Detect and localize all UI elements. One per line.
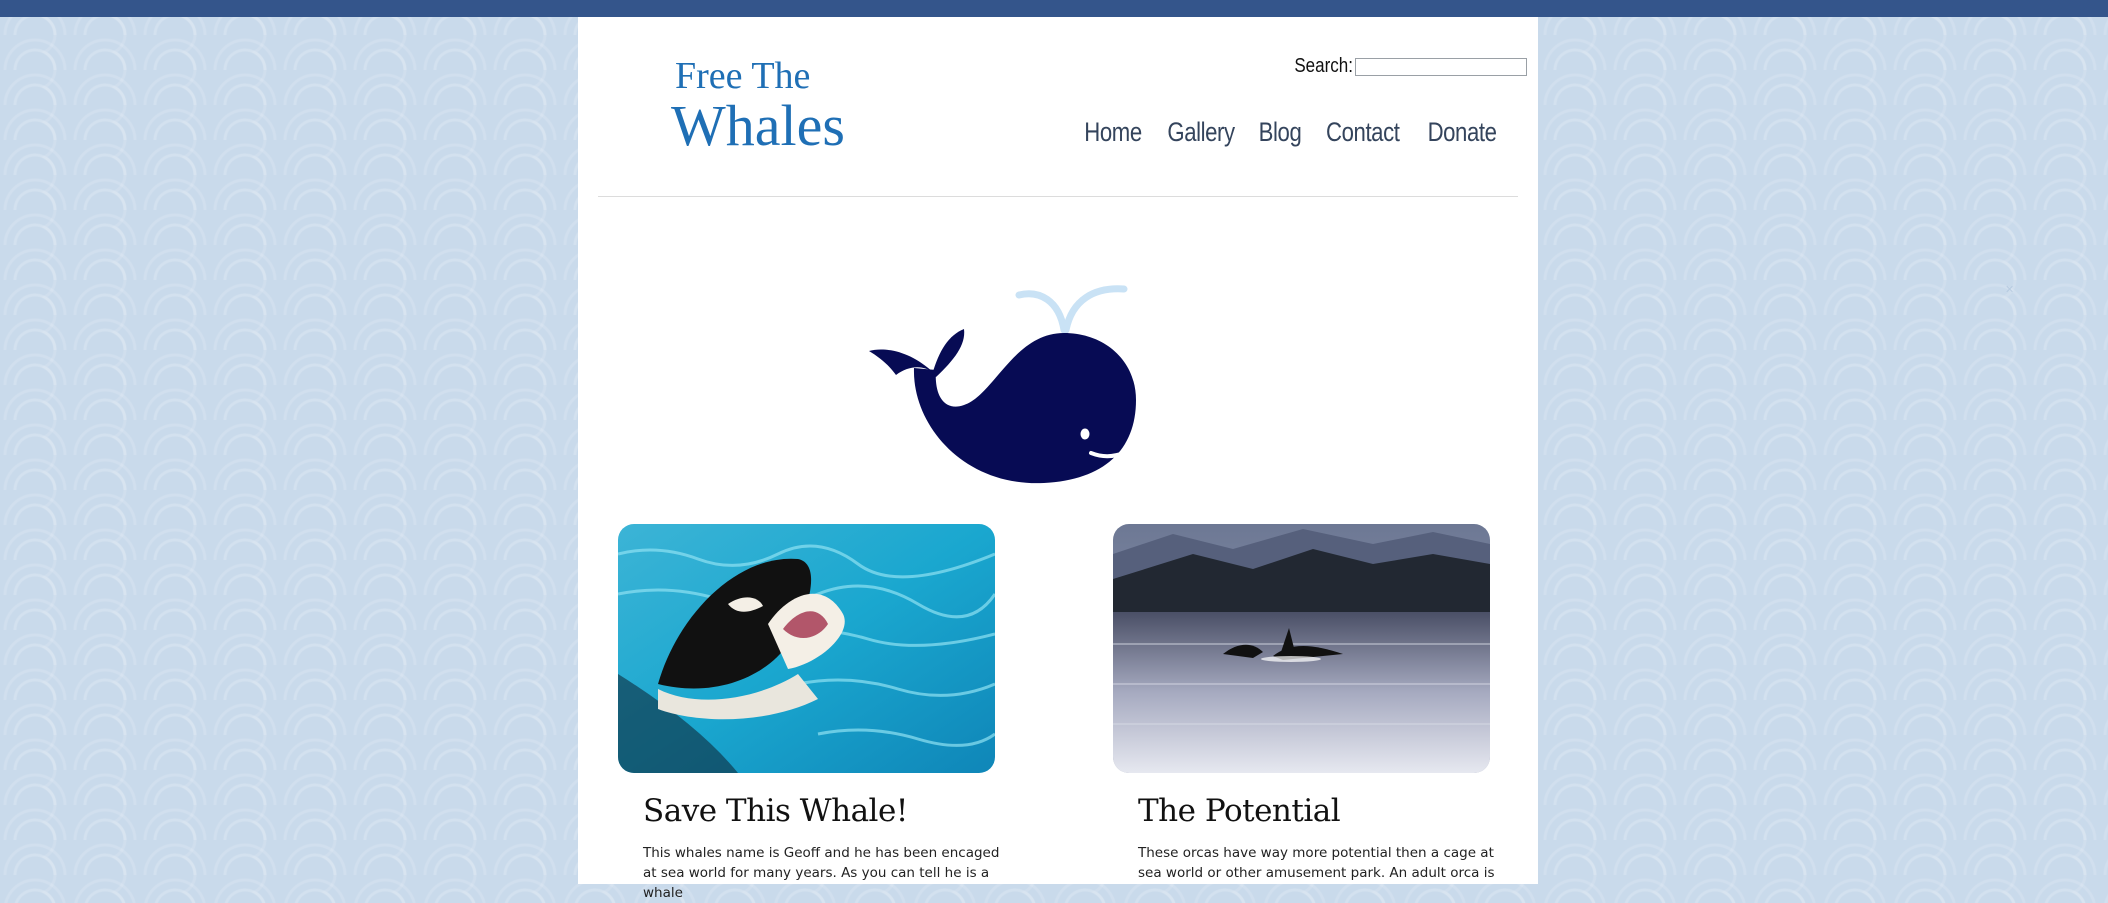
nav-donate[interactable]: Donate	[1427, 117, 1496, 148]
card-title: Save This Whale!	[643, 793, 908, 829]
orca-pool-photo[interactable]	[618, 524, 995, 773]
card-text: This whales name is Geoff and he has bee…	[643, 845, 1000, 901]
card-potential: The Potential These orcas have way more …	[1113, 524, 1495, 883]
watermark: ✕	[2005, 283, 2014, 296]
nav-home[interactable]: Home	[1085, 117, 1143, 148]
watermark-icon: ✕	[2005, 284, 2015, 296]
site-logo[interactable]: Free The Whales	[671, 57, 845, 155]
orcas-ocean-photo[interactable]	[1113, 524, 1490, 773]
nav-blog[interactable]: Blog	[1259, 117, 1302, 148]
card-text: These orcas have way more potential then…	[1138, 845, 1495, 881]
header-divider	[598, 196, 1518, 197]
search-box: Search:	[1284, 55, 1527, 78]
search-label: Search:	[1294, 55, 1353, 77]
logo-line1: Free The	[675, 55, 811, 97]
search-input[interactable]	[1354, 57, 1527, 76]
page-container: Free The Whales Search: Home Gallery Blo…	[578, 17, 1538, 901]
card-title: The Potential	[1138, 793, 1341, 829]
nav-gallery[interactable]: Gallery	[1168, 117, 1236, 148]
top-bar	[0, 0, 2108, 17]
logo-line2: Whales	[671, 93, 845, 158]
main-nav: Home Gallery Blog Contact Donate	[1084, 117, 1498, 148]
whale-mascot-icon	[854, 265, 1154, 490]
nav-contact[interactable]: Contact	[1326, 117, 1400, 148]
card-save-whale: Save This Whale! This whales name is Geo…	[618, 524, 999, 903]
